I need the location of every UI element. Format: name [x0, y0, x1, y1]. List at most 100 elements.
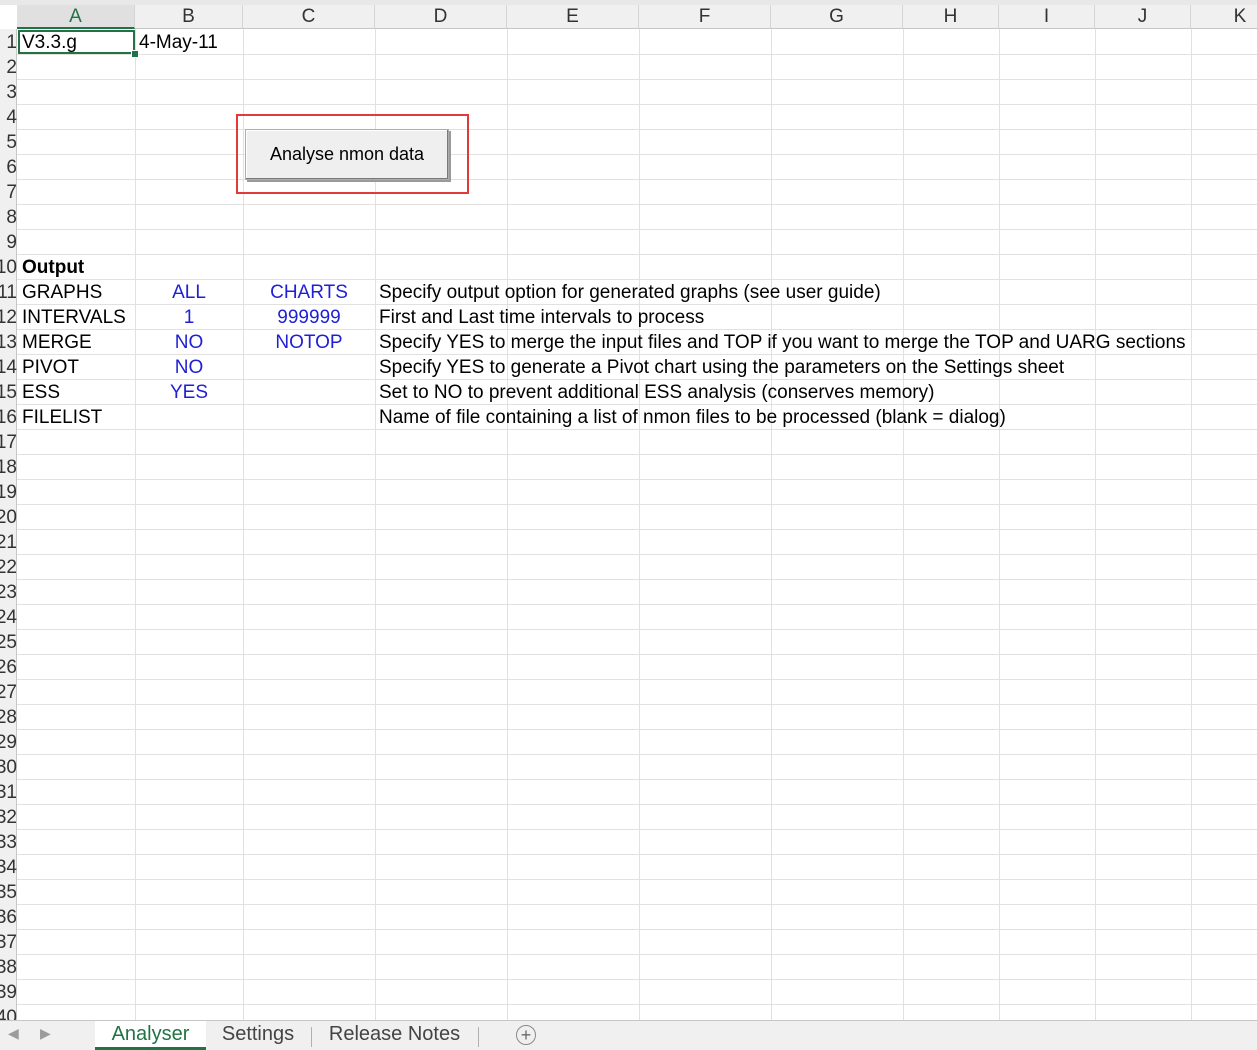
column-header-j[interactable]: J	[1095, 5, 1191, 29]
cell-b12[interactable]: 1	[135, 305, 243, 330]
row-header[interactable]: 18	[0, 455, 17, 480]
row-header[interactable]: 20	[0, 505, 17, 530]
tab-release-notes[interactable]: Release Notes	[312, 1021, 477, 1050]
tab-analyser[interactable]: Analyser	[95, 1021, 206, 1050]
row-header[interactable]: 33	[0, 830, 17, 855]
column-header-g[interactable]: G	[771, 5, 903, 29]
row-header[interactable]: 31	[0, 780, 17, 805]
column-header-h[interactable]: H	[903, 5, 999, 29]
row-header[interactable]: 13	[0, 330, 17, 355]
cell-a10-output-heading[interactable]: Output	[22, 255, 84, 280]
row-header[interactable]: 19	[0, 480, 17, 505]
spreadsheet-grid[interactable]: ABCDEFGHIJK 1 2 3 4 5 6 7 8 9 10 11 12 13 14 15 16 17 18 1…	[0, 0, 1257, 1020]
scroll-left-icon[interactable]: ◀	[8, 1025, 19, 1042]
gridline-horizontal	[17, 229, 1257, 230]
row-header[interactable]: 40	[0, 1005, 17, 1020]
column-header-e[interactable]: E	[507, 5, 639, 29]
row-header[interactable]: 24	[0, 605, 17, 630]
cell-c16[interactable]	[243, 405, 375, 430]
column-header-b[interactable]: B	[135, 5, 243, 29]
row-header[interactable]: 23	[0, 580, 17, 605]
cell-b1[interactable]: 4-May-11	[139, 30, 218, 55]
gridline-horizontal	[17, 104, 1257, 105]
plus-circle-icon[interactable]: +	[516, 1025, 536, 1045]
column-header-a[interactable]: A	[17, 5, 135, 29]
column-header-k[interactable]: K	[1191, 5, 1257, 29]
cell-a11[interactable]: GRAPHS	[22, 280, 132, 305]
row-header[interactable]: 7	[0, 180, 17, 205]
column-header-d[interactable]: D	[375, 5, 507, 29]
row-header[interactable]: 35	[0, 880, 17, 905]
cell-d14[interactable]: Specify YES to generate a Pivot chart us…	[379, 355, 1249, 380]
gridline-vertical	[999, 29, 1000, 1020]
cell-c15[interactable]	[243, 380, 375, 405]
cell-d12[interactable]: First and Last time intervals to process	[379, 305, 1249, 330]
cell-b13[interactable]: NO	[135, 330, 243, 355]
gridline-vertical	[639, 29, 640, 1020]
row-header[interactable]: 9	[0, 230, 17, 255]
row-header[interactable]: 25	[0, 630, 17, 655]
cell-a12[interactable]: INTERVALS	[22, 305, 132, 330]
fill-handle[interactable]	[131, 50, 139, 58]
row-header[interactable]: 21	[0, 530, 17, 555]
column-header-c[interactable]: C	[243, 5, 375, 29]
column-header-i[interactable]: I	[999, 5, 1095, 29]
cell-c11[interactable]: CHARTS	[243, 280, 375, 305]
row-header[interactable]: 30	[0, 755, 17, 780]
cell-b14[interactable]: NO	[135, 355, 243, 380]
gridline-horizontal	[17, 954, 1257, 955]
row-header[interactable]: 11	[0, 280, 17, 305]
cell-a15[interactable]: ESS	[22, 380, 132, 405]
row-header[interactable]: 29	[0, 730, 17, 755]
cell-a16[interactable]: FILELIST	[22, 405, 132, 430]
row-header[interactable]: 15	[0, 380, 17, 405]
cell-b15[interactable]: YES	[135, 380, 243, 405]
row-header[interactable]: 39	[0, 980, 17, 1005]
row-header[interactable]: 3	[0, 80, 17, 105]
cell-c12[interactable]: 999999	[243, 305, 375, 330]
gridline-horizontal	[17, 979, 1257, 980]
row-header[interactable]: 5	[0, 130, 17, 155]
gridline-horizontal	[17, 504, 1257, 505]
cell-a1[interactable]: V3.3.g	[22, 30, 77, 55]
row-header[interactable]: 38	[0, 955, 17, 980]
cell-b11[interactable]: ALL	[135, 280, 243, 305]
row-header[interactable]: 4	[0, 105, 17, 130]
scroll-right-icon[interactable]: ▶	[40, 1025, 51, 1042]
row-header[interactable]: 27	[0, 680, 17, 705]
row-header[interactable]: 26	[0, 655, 17, 680]
row-header[interactable]: 14	[0, 355, 17, 380]
row-header[interactable]: 22	[0, 555, 17, 580]
row-header[interactable]: 32	[0, 805, 17, 830]
cell-d15[interactable]: Set to NO to prevent additional ESS anal…	[379, 380, 1249, 405]
analyse-nmon-data-button[interactable]: Analyse nmon data	[245, 129, 449, 180]
cell-c13[interactable]: NOTOP	[243, 330, 375, 355]
column-header-f[interactable]: F	[639, 5, 771, 29]
gridline-vertical	[1191, 29, 1192, 1020]
gridline-horizontal	[17, 704, 1257, 705]
cell-a14[interactable]: PIVOT	[22, 355, 132, 380]
row-header[interactable]: 10	[0, 255, 17, 280]
cell-a13[interactable]: MERGE	[22, 330, 132, 355]
row-header[interactable]: 8	[0, 205, 17, 230]
cell-c14[interactable]	[243, 355, 375, 380]
cell-d16[interactable]: Name of file containing a list of nmon f…	[379, 405, 1249, 430]
row-header[interactable]: 12	[0, 305, 17, 330]
gridline-vertical	[771, 29, 772, 1020]
row-header[interactable]: 6	[0, 155, 17, 180]
row-header[interactable]: 37	[0, 930, 17, 955]
row-header[interactable]: 2	[0, 55, 17, 80]
row-header[interactable]: 34	[0, 855, 17, 880]
row-header[interactable]: 36	[0, 905, 17, 930]
gridline-horizontal	[17, 654, 1257, 655]
gridline-horizontal	[17, 554, 1257, 555]
gridline-horizontal	[17, 129, 1257, 130]
cell-d13[interactable]: Specify YES to merge the input files and…	[379, 330, 1249, 355]
row-header[interactable]: 17	[0, 430, 17, 455]
row-header[interactable]: 16	[0, 405, 17, 430]
tab-settings[interactable]: Settings	[206, 1021, 310, 1050]
row-header[interactable]: 28	[0, 705, 17, 730]
row-header[interactable]: 1	[0, 30, 17, 55]
cell-b16[interactable]	[135, 405, 243, 430]
cell-d11[interactable]: Specify output option for generated grap…	[379, 280, 1249, 305]
